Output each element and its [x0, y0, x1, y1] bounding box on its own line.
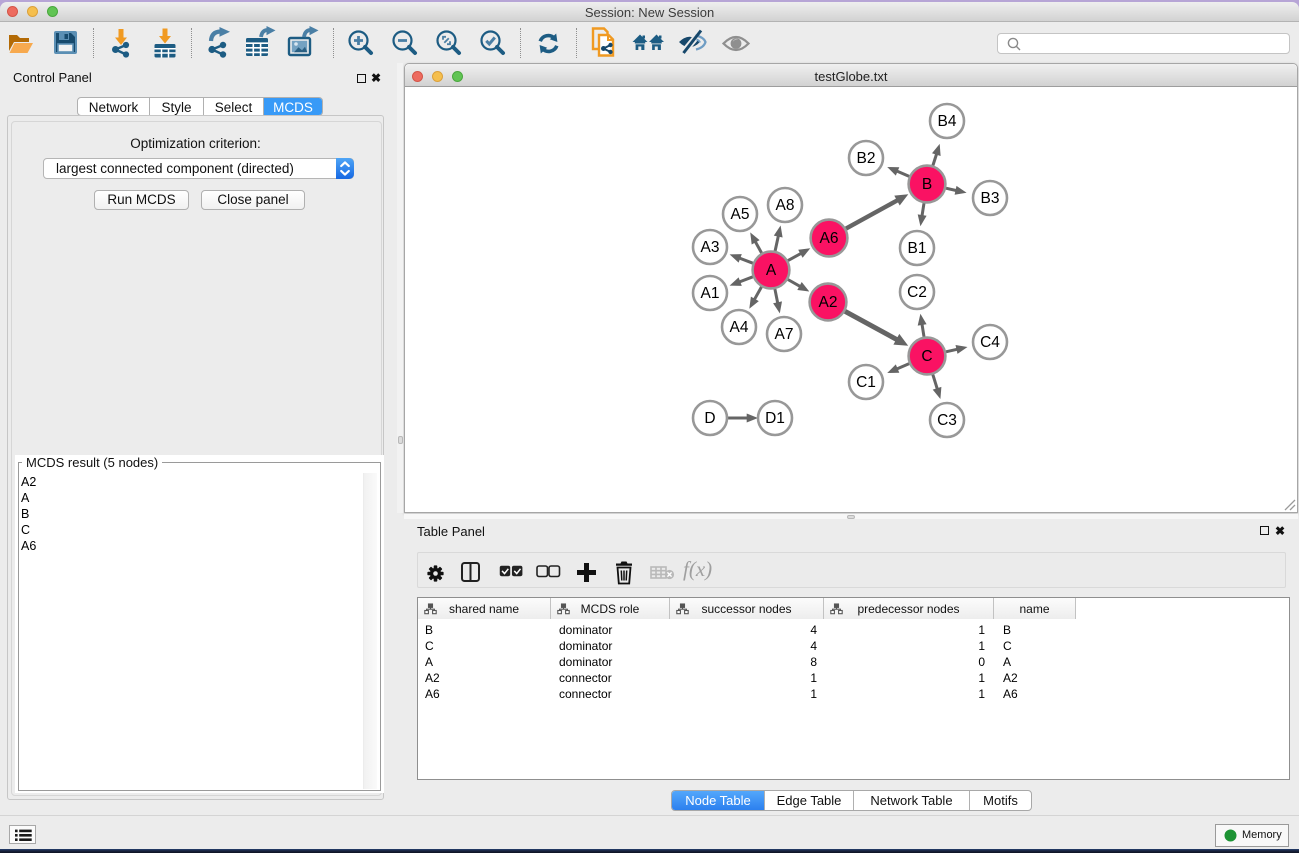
svg-text:B2: B2	[857, 150, 876, 167]
svg-text:A8: A8	[776, 197, 795, 214]
svg-text:C3: C3	[937, 412, 957, 429]
svg-text:A2: A2	[819, 294, 838, 311]
svg-text:C1: C1	[856, 374, 876, 391]
svg-text:A4: A4	[730, 319, 749, 336]
svg-text:C: C	[921, 348, 932, 365]
svg-text:B3: B3	[981, 190, 1000, 207]
svg-text:B4: B4	[938, 113, 957, 130]
svg-text:C2: C2	[907, 284, 927, 301]
svg-text:A1: A1	[701, 285, 720, 302]
svg-text:D1: D1	[765, 410, 785, 427]
svg-text:B: B	[922, 176, 932, 193]
svg-text:B1: B1	[908, 240, 927, 257]
svg-text:D: D	[704, 410, 715, 427]
svg-text:A: A	[766, 262, 777, 279]
svg-text:A6: A6	[820, 230, 839, 247]
svg-text:C4: C4	[980, 334, 1000, 351]
svg-text:A3: A3	[701, 239, 720, 256]
svg-text:A7: A7	[775, 326, 794, 343]
svg-text:A5: A5	[731, 206, 750, 223]
